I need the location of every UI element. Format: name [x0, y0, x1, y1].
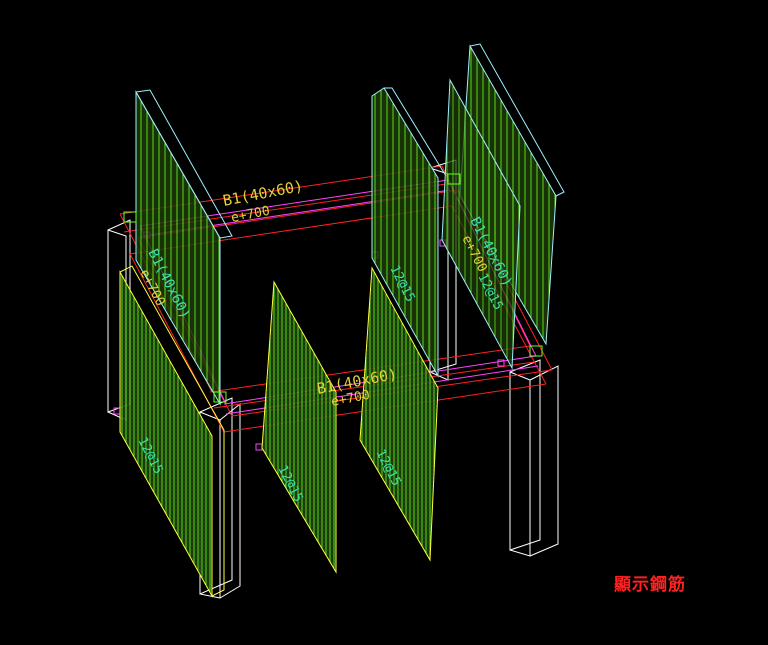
cad-viewport[interactable]: B1(40x60) e+700 B1(40x60) e+700 B1(40x60…: [0, 0, 768, 645]
column-front-right: [509, 359, 559, 557]
wall-panel-back-right: [441, 43, 565, 370]
show-rebar-label[interactable]: 顯示鋼筋: [614, 570, 686, 595]
wall-panel-front-middle-left: [261, 280, 337, 574]
walls: [119, 43, 565, 598]
